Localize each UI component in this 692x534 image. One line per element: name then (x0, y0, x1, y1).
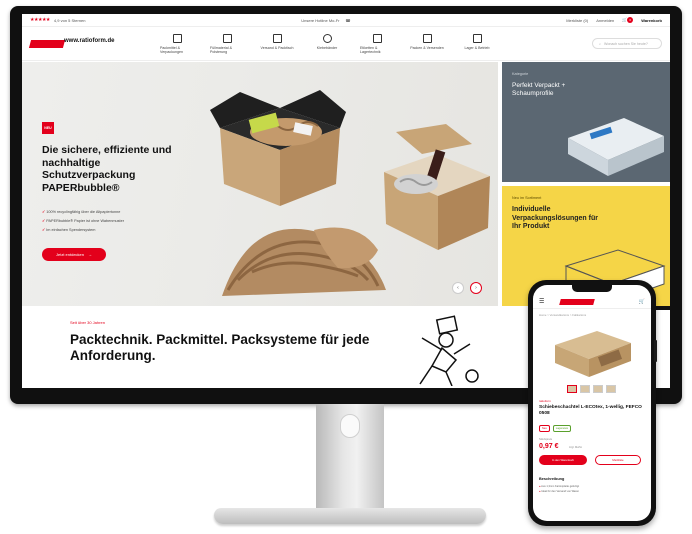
cart-count-badge: 0 (627, 17, 634, 23)
thumbnail[interactable] (606, 385, 616, 393)
cart-label[interactable]: Warenkorb (641, 18, 662, 23)
box-icon (172, 33, 182, 43)
add-to-cart-button[interactable]: In den Warenkorb (539, 455, 587, 465)
breadcrumb[interactable]: Home > Versandkartons > Faltkartons (539, 313, 586, 317)
intro-caption: Seit über 30 Jahren (70, 320, 105, 325)
nav-label: Etiketten & Lagertechnik (360, 45, 381, 54)
wishlist-link[interactable]: Merkliste (0) (566, 18, 588, 23)
delivery-man-illustration (419, 315, 479, 386)
paperbubble-roll-illustration (222, 227, 386, 296)
package-icon (422, 33, 432, 43)
thumbnail[interactable] (567, 385, 577, 393)
hotline-label: Unsere Hotline Mo-Fr (301, 17, 340, 23)
product-tags: Neu Lagerware (539, 425, 572, 432)
nav-item-fuellmaterial[interactable]: Füllmaterial & Polsterung (210, 33, 244, 54)
thumbnail[interactable] (593, 385, 603, 393)
nav-label: Lager & Betrieb (464, 45, 490, 50)
monitor-base (214, 508, 486, 524)
hotline: Unsere Hotline Mo-Fr ☎ +49 (0) 2145 4820… (301, 17, 670, 388)
tile-caption: Kategorie (512, 72, 529, 76)
logo-mark (28, 39, 66, 48)
search-input[interactable]: ⌕ Wonach suchen Sie heute? (592, 38, 662, 49)
monitor-stand-cable-hole (340, 414, 360, 438)
hamburger-menu-icon[interactable]: ☰ (539, 298, 544, 305)
topbar: ★★★★★ 4,9 von 5 Sternen Unsere Hotline M… (22, 14, 670, 388)
cart-icon[interactable]: 🛒 0 (622, 17, 634, 23)
nav-label: Packmittel & Verpackungen (160, 45, 183, 54)
phone-side-button (654, 340, 657, 362)
open-box-illustration (210, 90, 346, 206)
hero-bullet: Im einfachen Spendersystem (42, 226, 124, 235)
hero-title: Die sichere, effiziente und nachhaltige … (42, 144, 172, 194)
rating-stars: ★★★★★ (30, 17, 50, 23)
nav-item-packen[interactable]: Packen & Versenden (410, 33, 444, 54)
cushion-icon (222, 33, 232, 43)
product-mockup: ★★★★★ 4,9 von 5 Sternen Unsere Hotline M… (0, 0, 692, 534)
promo-tile-foam[interactable]: Kategorie Perfekt Verpackt + Schaumprofi… (502, 62, 670, 182)
phone-icon: ☎ (345, 17, 351, 23)
search-icon: ⌕ (599, 41, 602, 46)
main-nav: Packmittel & Verpackungen Füllmaterial &… (160, 33, 494, 54)
login-link[interactable]: Anmelden (596, 18, 614, 23)
nav-label: Klebebänder (316, 45, 338, 50)
warehouse-icon (472, 33, 482, 43)
tape-icon (322, 33, 332, 43)
logo-text: www.ratioform.de (64, 37, 115, 44)
product-price: 0,97 € (539, 443, 559, 450)
tile-caption: Neu im Sortiment (512, 196, 542, 200)
nav-label: Packen & Versenden (410, 45, 444, 50)
intro-heading: Packtechnik. Packmittel. Packsysteme für… (70, 332, 370, 363)
description-item: Ideal für den Versand von Waren (539, 490, 643, 495)
nav-item-etiketten[interactable]: Etiketten & Lagertechnik (360, 33, 394, 54)
tag-stock: Lagerware (552, 425, 572, 432)
slider-prev-button[interactable]: ‹ (452, 282, 464, 294)
mobile-logo[interactable] (559, 298, 596, 305)
nav-item-klebeband[interactable]: Klebebänder (310, 33, 344, 54)
rating-text[interactable]: 4,9 von 5 Sternen (54, 18, 86, 23)
smartphone: ☰ 🛒 Home > Versandkartons > Faltkartons … (528, 280, 657, 526)
label-icon (372, 33, 382, 43)
thumbnail-strip (567, 385, 616, 393)
slider-controls: ‹ › (452, 282, 482, 294)
product-image[interactable] (547, 321, 637, 381)
description-list: Aus 1,3mm Kartonplatte gefertigt Ideal f… (539, 485, 643, 494)
arrow-right-icon: → (88, 252, 93, 257)
site-header: www.ratioform.de Packmittel & Verpackung… (22, 27, 670, 61)
thumbnail[interactable] (580, 385, 590, 393)
nav-item-packmittel[interactable]: Packmittel & Verpackungen (160, 33, 194, 54)
new-badge: NEU (42, 122, 54, 134)
product-title: Schiebeschachtel L-ECOtex, 1-wellig, FEF… (539, 405, 642, 416)
hero-cta-button[interactable]: Jetzt entdecken → (42, 248, 106, 261)
table-icon (272, 33, 282, 43)
hero-bullet: PAPERbubble® Papier ist ohne Wabenmuster (42, 217, 124, 226)
tile-title: Perfekt Verpackt + Schaumprofile (512, 82, 566, 97)
nav-item-versand[interactable]: Versand & Packtisch (260, 33, 294, 54)
hero-banner[interactable]: NEU Die sichere, effiziente und nachhalt… (22, 62, 498, 306)
hero-cta-label: Jetzt entdecken (55, 252, 85, 257)
wine-box-illustration (384, 124, 490, 250)
slider-next-button[interactable]: › (470, 282, 482, 294)
cart-icon[interactable]: 🛒 (639, 299, 645, 305)
nav-label: Füllmaterial & Polsterung (210, 45, 232, 54)
phone-screen: ☰ 🛒 Home > Versandkartons > Faltkartons … (533, 285, 651, 521)
foam-profile-image (568, 118, 664, 176)
nav-item-lager[interactable]: Lager & Betrieb (460, 33, 494, 54)
site-logo[interactable]: www.ratioform.de (28, 36, 114, 52)
topbar-links: Merkliste (0) Anmelden 🛒 0 Warenkorb (566, 17, 662, 23)
hero-bullets: 100% recyclingfähig über die Altpapierto… (42, 208, 124, 235)
price-tax-note: zzgl. MwSt. (569, 446, 583, 449)
description-heading: Beschreibung (539, 477, 565, 481)
price-label: Stückpreis (539, 437, 553, 441)
tag-new: Neu (539, 425, 550, 432)
hero-bullet: 100% recyclingfähig über die Altpapierto… (42, 208, 124, 217)
wishlist-button[interactable]: Merkliste (595, 455, 641, 465)
mobile-header: ☰ 🛒 (533, 295, 651, 309)
tile-title: Individuelle Verpackungslösungen für Ihr… (512, 206, 598, 230)
product-brand: ratioform (539, 399, 551, 403)
phone-notch (572, 285, 612, 292)
search-placeholder: Wonach suchen Sie heute? (604, 41, 648, 46)
nav-label: Versand & Packtisch (260, 45, 294, 50)
